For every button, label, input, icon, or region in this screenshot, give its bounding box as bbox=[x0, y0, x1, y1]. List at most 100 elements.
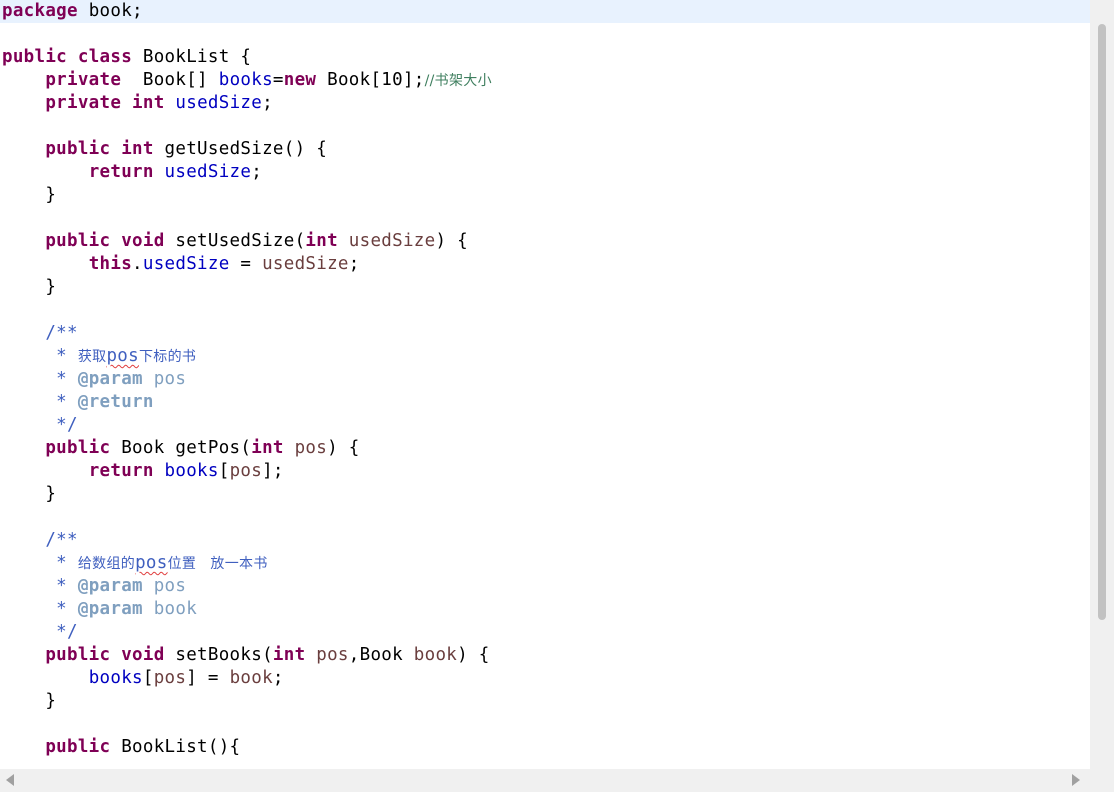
code-line[interactable]: public Book getPos(int pos) { bbox=[0, 437, 1090, 460]
code-token: } bbox=[2, 484, 57, 504]
code-token: new bbox=[283, 70, 317, 90]
code-token: private bbox=[45, 93, 122, 113]
code-line[interactable]: * @param pos bbox=[0, 368, 1090, 391]
code-line[interactable]: private Book[] books=new Book[10];//书架大小 bbox=[0, 69, 1090, 92]
code-token: pos bbox=[142, 369, 187, 389]
vertical-scrollbar[interactable] bbox=[1090, 0, 1114, 769]
code-token: public bbox=[45, 438, 111, 458]
code-token: setUsedSize( bbox=[164, 231, 306, 251]
code-line[interactable]: /** bbox=[0, 529, 1090, 552]
code-line[interactable]: } bbox=[0, 184, 1090, 207]
code-token: public bbox=[45, 645, 111, 665]
scroll-right-arrow-icon[interactable] bbox=[1072, 774, 1080, 786]
code-token: @param bbox=[77, 599, 143, 619]
code-line[interactable]: * @param book bbox=[0, 598, 1090, 621]
code-line[interactable]: */ bbox=[0, 414, 1090, 437]
code-token: [ bbox=[218, 461, 230, 481]
scroll-left-arrow-icon[interactable] bbox=[6, 774, 14, 786]
code-token: 获取 bbox=[77, 349, 107, 365]
code-line[interactable]: public BookList(){ bbox=[0, 736, 1090, 759]
code-line[interactable] bbox=[0, 23, 1090, 46]
code-line[interactable]: this.usedSize = usedSize; bbox=[0, 253, 1090, 276]
code-line[interactable]: * 获取pos下标的书 bbox=[0, 345, 1090, 368]
code-token: 下标的书 bbox=[138, 349, 197, 365]
code-line[interactable]: public void setBooks(int pos,Book book) … bbox=[0, 644, 1090, 667]
code-token: public bbox=[45, 139, 111, 159]
code-token: ; bbox=[251, 162, 263, 182]
code-token: int bbox=[272, 645, 306, 665]
code-token: Book getPos( bbox=[110, 438, 252, 458]
code-token: book bbox=[229, 668, 273, 688]
code-token: pos bbox=[153, 668, 187, 688]
code-token: book; bbox=[77, 1, 143, 21]
code-line[interactable]: */ bbox=[0, 621, 1090, 644]
code-token: book bbox=[142, 599, 198, 619]
code-line[interactable]: return books[pos]; bbox=[0, 460, 1090, 483]
code-token: usedSize bbox=[348, 231, 436, 251]
code-line[interactable] bbox=[0, 713, 1090, 736]
code-line[interactable]: books[pos] = book; bbox=[0, 667, 1090, 690]
code-token: * bbox=[2, 369, 78, 389]
code-line[interactable]: } bbox=[0, 483, 1090, 506]
code-token: public bbox=[2, 47, 68, 67]
code-token: Book[10]; bbox=[316, 70, 425, 90]
code-token: @param bbox=[77, 576, 143, 596]
code-token: int bbox=[132, 93, 165, 113]
code-token: void bbox=[121, 231, 165, 251]
code-token: = bbox=[229, 254, 263, 274]
code-line[interactable] bbox=[0, 506, 1090, 529]
code-token: * bbox=[2, 346, 78, 366]
code-line[interactable]: package book; bbox=[0, 0, 1090, 23]
code-line[interactable]: public int getUsedSize() { bbox=[0, 138, 1090, 161]
code-token: [ bbox=[142, 668, 154, 688]
horizontal-scrollbar[interactable] bbox=[0, 769, 1090, 792]
code-line[interactable] bbox=[0, 115, 1090, 138]
code-token: ,Book bbox=[348, 645, 414, 665]
code-token: pos bbox=[135, 553, 168, 573]
code-token: 给数组的 bbox=[77, 556, 136, 572]
code-line[interactable] bbox=[0, 299, 1090, 322]
code-token: usedSize bbox=[142, 254, 230, 274]
code-token: int bbox=[121, 139, 154, 159]
code-token: ) { bbox=[327, 438, 360, 458]
code-line[interactable]: } bbox=[0, 690, 1090, 713]
code-line[interactable]: * 给数组的pos位置 放一本书 bbox=[0, 552, 1090, 575]
vertical-scrollbar-thumb[interactable] bbox=[1098, 24, 1106, 620]
code-line[interactable] bbox=[0, 207, 1090, 230]
code-token: pos bbox=[142, 576, 187, 596]
code-line[interactable]: * @return bbox=[0, 391, 1090, 414]
code-token: * bbox=[2, 599, 78, 619]
code-token: books bbox=[88, 668, 143, 688]
code-token: Book[] bbox=[121, 70, 219, 90]
code-line[interactable]: public void setUsedSize(int usedSize) { bbox=[0, 230, 1090, 253]
code-line[interactable]: /** bbox=[0, 322, 1090, 345]
code-token: BookList(){ bbox=[110, 737, 241, 757]
code-token: 位置 放一本书 bbox=[167, 556, 268, 572]
code-editor[interactable]: package book; public class BookList { pri… bbox=[0, 0, 1090, 769]
code-line[interactable]: return usedSize; bbox=[0, 161, 1090, 184]
code-line[interactable]: public class BookList { bbox=[0, 46, 1090, 69]
code-line[interactable]: } bbox=[0, 276, 1090, 299]
code-line[interactable]: private int usedSize; bbox=[0, 92, 1090, 115]
code-token: void bbox=[121, 645, 165, 665]
code-token: . bbox=[132, 254, 143, 274]
code-line[interactable]: * @param pos bbox=[0, 575, 1090, 598]
